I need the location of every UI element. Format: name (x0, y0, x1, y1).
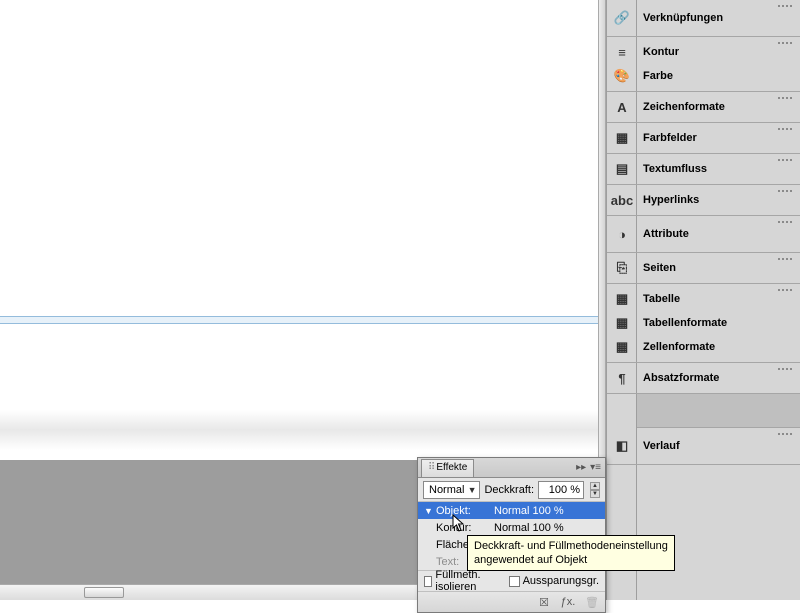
panel-item[interactable]: 🔗 Verknüpfungen (607, 3, 800, 33)
panel-item[interactable]: ◧ Verlauf (607, 431, 800, 461)
target-value: Normal 100 % (494, 505, 564, 517)
panel-label: Absatzformate (643, 372, 719, 384)
panel-item[interactable]: ◑ Attribute (607, 219, 800, 249)
step-down-icon[interactable]: ▼ (590, 490, 600, 498)
tooltip-line1: Deckkraft- und Füllmethodeneinstellung (474, 540, 668, 552)
panel-icon: abc (613, 191, 631, 209)
checkbox-box-icon (424, 576, 432, 587)
target-value: Normal 100 % (494, 522, 564, 534)
panel-label: Verknüpfungen (643, 12, 723, 24)
panel-label: Attribute (643, 228, 689, 240)
panel-item[interactable]: ▦ Zellenformate (607, 335, 800, 359)
panel-icon: ¶ (613, 369, 631, 387)
effects-target-row[interactable]: ▼Objekt:Normal 100 % (418, 502, 605, 519)
panel-label: Tabellenformate (643, 317, 727, 329)
panel-icon: ◧ (613, 437, 631, 455)
panel-icon: ▦ (613, 338, 631, 356)
panel-item[interactable]: ▦ Tabelle (607, 287, 800, 311)
panel-label: Seiten (643, 262, 676, 274)
panel-menu-icon[interactable]: ▾≡ (590, 462, 601, 473)
tooltip: Deckkraft- und Füllmethodeneinstellung a… (467, 535, 675, 571)
knockout-group-checkbox[interactable]: Aussparungsgr. (509, 575, 599, 587)
panel-icon: ⎘ (613, 259, 631, 277)
page-area (0, 0, 606, 440)
panel-item[interactable]: ▦ Farbfelder (607, 126, 800, 150)
panel-item[interactable]: A Zeichenformate (607, 95, 800, 119)
isolate-blend-label: Füllmeth. isolieren (435, 569, 498, 593)
isolate-blending-checkbox[interactable]: Füllmeth. isolieren (424, 569, 499, 593)
blend-mode-value: Normal (429, 484, 464, 496)
panel-label: Textumfluss (643, 163, 707, 175)
panel-icon: ≡ (613, 43, 631, 61)
panel-icon: ◑ (613, 225, 631, 243)
panel-label: Farbe (643, 70, 673, 82)
blend-mode-select[interactable]: Normal ▼ (423, 481, 480, 499)
trash-icon: 🗑 (585, 595, 599, 609)
opacity-input[interactable]: 100 % (538, 481, 584, 499)
panel-item[interactable]: abc Hyperlinks (607, 188, 800, 212)
panel-icon: ▦ (613, 290, 631, 308)
tooltip-line2: angewendet auf Objekt (474, 554, 587, 566)
panel-icon: ▤ (613, 160, 631, 178)
panel-item[interactable]: ≡ Kontur (607, 40, 800, 64)
panel-icon: ▦ (613, 129, 631, 147)
panel-icon: ▦ (613, 314, 631, 332)
panel-label: Kontur (643, 46, 679, 58)
target-label: Kontur: (436, 522, 494, 534)
panel-collapse-icon[interactable]: ▸▸ (576, 462, 586, 473)
step-up-icon[interactable]: ▲ (590, 482, 600, 490)
panel-item[interactable]: ⎘ Seiten (607, 256, 800, 280)
effects-tab-label: Effekte (436, 462, 467, 473)
fx-menu-icon[interactable]: ƒx. (561, 595, 575, 609)
opacity-stepper[interactable]: ▲ ▼ (590, 482, 600, 498)
panel-label: Farbfelder (643, 132, 697, 144)
panel-item[interactable]: 🎨 Farbe (607, 64, 800, 88)
selected-rule-object[interactable] (0, 316, 606, 324)
scroll-thumb[interactable] (84, 587, 124, 598)
knockout-label: Aussparungsgr. (523, 575, 599, 587)
effects-target-row[interactable]: Kontur:Normal 100 % (418, 519, 605, 536)
clear-effects-icon[interactable]: ☒ (537, 595, 551, 609)
page-shadow (0, 410, 606, 450)
opacity-label: Deckkraft: (484, 484, 534, 496)
effects-tab[interactable]: ⠿Effekte (421, 459, 474, 477)
panel-label: Zellenformate (643, 341, 715, 353)
panel-item[interactable]: ¶ Absatzformate (607, 366, 800, 390)
panel-icon: A (613, 98, 631, 116)
panel-icon: 🎨 (613, 67, 631, 85)
effects-tabbar: ⠿Effekte ▸▸ ▾≡ (418, 458, 605, 478)
panel-item[interactable]: ▤ Textumfluss (607, 157, 800, 181)
panel-icon: 🔗 (613, 9, 631, 27)
checkbox-box-icon (509, 576, 520, 587)
tab-grip-icon: ⠿ (428, 462, 433, 473)
panel-label: Verlauf (643, 440, 680, 452)
panel-dock: 🔗 Verknüpfungen ≡ Kontur 🎨 Farbe A Zeichenforma… (606, 0, 800, 600)
panel-item[interactable]: ▦ Tabellenformate (607, 311, 800, 335)
panel-label: Hyperlinks (643, 194, 699, 206)
chevron-down-icon: ▼ (468, 485, 477, 495)
disclosure-triangle-icon: ▼ (424, 506, 436, 516)
opacity-value: 100 % (549, 484, 580, 496)
panel-label: Zeichenformate (643, 101, 725, 113)
panel-label: Tabelle (643, 293, 680, 305)
target-label: Objekt: (436, 505, 494, 517)
